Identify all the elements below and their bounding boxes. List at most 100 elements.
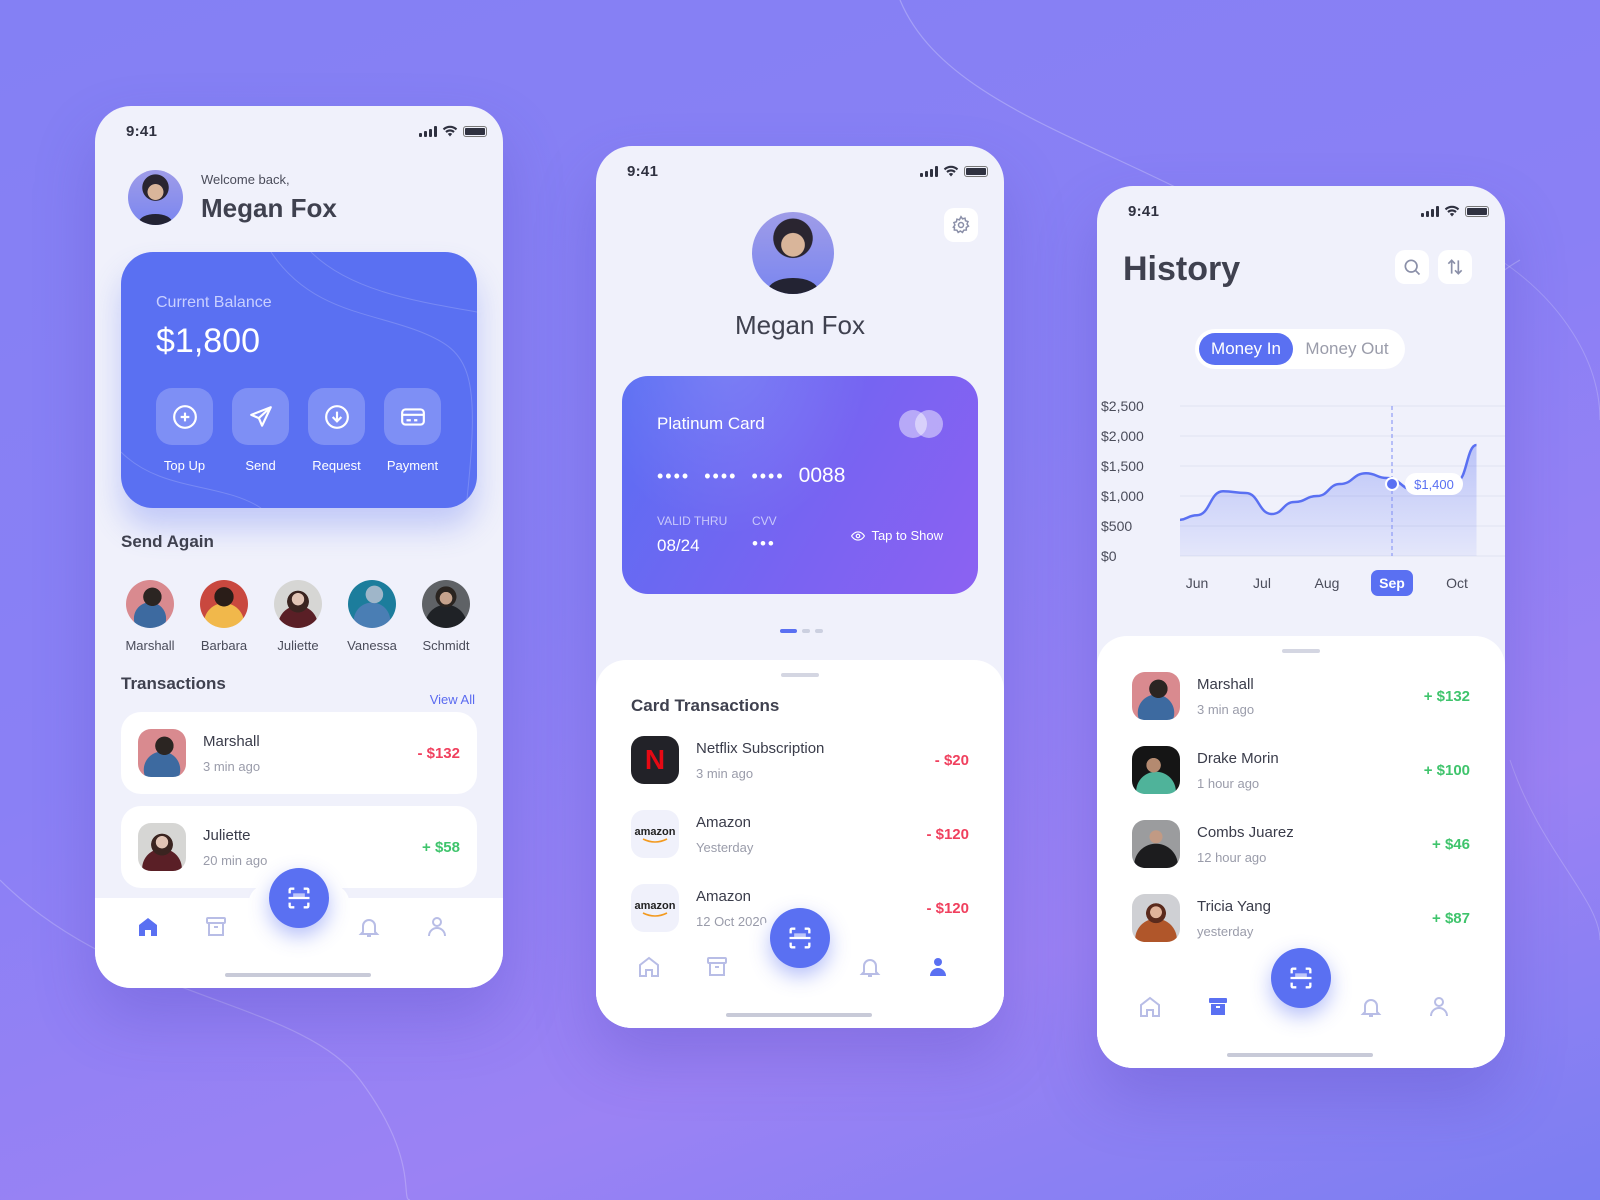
tap-to-show-button[interactable]: Tap to Show	[851, 528, 943, 543]
tab-profile[interactable]	[424, 914, 450, 940]
profile-name: Megan Fox	[734, 310, 866, 340]
quick-actions: Top Up Send Request Payment	[156, 388, 441, 473]
bell-icon	[859, 959, 881, 977]
payment-label: Payment	[386, 458, 439, 473]
plus-circle-icon	[172, 404, 197, 429]
send-label: Send	[245, 458, 276, 473]
segment-money-in[interactable]: Money In	[1199, 333, 1293, 365]
platinum-card[interactable]: Platinum Card •••• •••• •••• 0088 VALID …	[622, 376, 978, 594]
tab-notifications[interactable]	[1358, 994, 1384, 1020]
transaction-row[interactable]: Tricia Yang yesterday + $87	[1132, 894, 1470, 942]
transaction-avatar	[1132, 746, 1180, 794]
tab-home[interactable]	[1137, 994, 1163, 1020]
contact-name: Juliette	[277, 638, 319, 653]
profile-avatar[interactable]	[752, 212, 834, 294]
sort-button[interactable]	[1438, 250, 1472, 284]
request-label: Request	[312, 458, 361, 473]
tab-profile[interactable]	[1426, 994, 1452, 1020]
send-button[interactable]: Send	[232, 388, 289, 473]
wifi-icon	[1444, 205, 1460, 217]
tab-archive[interactable]	[1205, 994, 1231, 1020]
contact-schmidt[interactable]: Schmidt	[421, 580, 471, 653]
contact-juliette[interactable]: Juliette	[273, 580, 323, 653]
transaction-row[interactable]: Marshall 3 min ago - $132	[121, 712, 477, 794]
transaction-row[interactable]: Marshall 3 min ago + $132	[1132, 672, 1470, 720]
contact-barbara[interactable]: Barbara	[199, 580, 249, 653]
card-transactions-title: Card Transactions	[631, 696, 780, 715]
tab-archive[interactable]	[704, 954, 730, 980]
contact-vanessa[interactable]: Vanessa	[347, 580, 397, 653]
transaction-row[interactable]: Drake Morin 1 hour ago + $100	[1132, 746, 1470, 794]
transaction-amount: + $132	[1423, 687, 1470, 705]
scan-button[interactable]	[269, 868, 329, 928]
home-icon	[639, 956, 659, 977]
x-tick-label: Jul	[1253, 575, 1271, 591]
tab-notifications[interactable]	[356, 914, 382, 940]
sort-icon	[1447, 259, 1463, 275]
view-all-link[interactable]: View All	[430, 692, 475, 707]
user-avatar[interactable]	[128, 170, 183, 225]
money-segmented-control: Money In Money Out	[1195, 329, 1405, 369]
transaction-time: 3 min ago	[696, 765, 754, 781]
tab-archive[interactable]	[203, 914, 229, 940]
user-icon	[1430, 997, 1448, 1017]
x-tick-label: Sep	[1379, 575, 1405, 591]
wifi-icon	[442, 125, 458, 137]
send-again-title: Send Again	[121, 532, 214, 551]
user-icon	[428, 917, 446, 937]
download-circle-icon	[324, 404, 349, 429]
card-last4: 0088	[798, 464, 846, 487]
bell-icon	[1360, 999, 1382, 1017]
battery-icon	[463, 125, 487, 137]
amazon-logo-icon: amazon	[631, 810, 679, 858]
archive-icon	[206, 917, 226, 936]
sheet-handle[interactable]	[1282, 649, 1320, 653]
balance-card: Current Balance $1,800 Top Up Send Reque…	[121, 252, 477, 508]
status-time: 9:41	[1128, 202, 1160, 220]
transaction-row[interactable]: N Netflix Subscription 3 min ago - $20	[631, 736, 969, 784]
y-tick-label: $2,000	[1101, 428, 1144, 444]
tab-home[interactable]	[135, 914, 161, 940]
transaction-name: Marshall	[203, 732, 260, 750]
transaction-amount: + $58	[422, 838, 460, 856]
top-up-label: Top Up	[163, 458, 206, 473]
user-icon	[930, 958, 946, 976]
home-screen: 9:41 Welcome back, Megan Fox Current Bal…	[95, 106, 503, 988]
request-button[interactable]: Request	[308, 388, 365, 473]
signal-icon	[920, 165, 938, 177]
home-icon	[139, 918, 157, 936]
transaction-time: 1 hour ago	[1197, 775, 1260, 791]
money-in-chart: $0 $500 $1,000 $1,500 $2,000 $2,500 $1,400 Jun J…	[1101, 398, 1505, 596]
gear-icon	[952, 215, 970, 234]
search-button[interactable]	[1395, 250, 1429, 284]
scan-button[interactable]	[770, 908, 830, 968]
scan-icon	[1290, 967, 1312, 989]
wifi-icon	[943, 165, 959, 177]
scan-button[interactable]	[1271, 948, 1331, 1008]
top-up-button[interactable]: Top Up	[156, 388, 213, 473]
card-pager[interactable]	[780, 629, 823, 633]
contact-marshall[interactable]: Marshall	[125, 580, 175, 653]
series-area	[1180, 445, 1477, 556]
archive-icon	[1209, 998, 1227, 1015]
transaction-amount: + $46	[1432, 835, 1470, 853]
sheet-handle[interactable]	[781, 673, 819, 677]
settings-button[interactable]	[944, 208, 978, 242]
transaction-time: 12 hour ago	[1197, 849, 1267, 865]
x-tick-label: Jun	[1186, 575, 1209, 591]
transaction-row[interactable]: amazon Amazon Yesterday - $120	[631, 810, 969, 858]
highlight-point	[1387, 479, 1397, 489]
tab-notifications[interactable]	[857, 954, 883, 980]
greeting-text: Welcome back,	[201, 171, 290, 187]
transaction-time: 3 min ago	[1197, 701, 1255, 717]
tab-home[interactable]	[636, 954, 662, 980]
contact-avatar	[422, 580, 470, 628]
balance-label: Current Balance	[156, 294, 272, 311]
tab-profile[interactable]	[925, 954, 951, 980]
contact-avatar	[126, 580, 174, 628]
scan-icon	[789, 927, 811, 949]
payment-button[interactable]: Payment	[384, 388, 441, 473]
eye-icon	[851, 530, 866, 541]
segment-money-out[interactable]: Money Out	[1293, 333, 1401, 365]
transaction-row[interactable]: Combs Juarez 12 hour ago + $46	[1132, 820, 1470, 868]
